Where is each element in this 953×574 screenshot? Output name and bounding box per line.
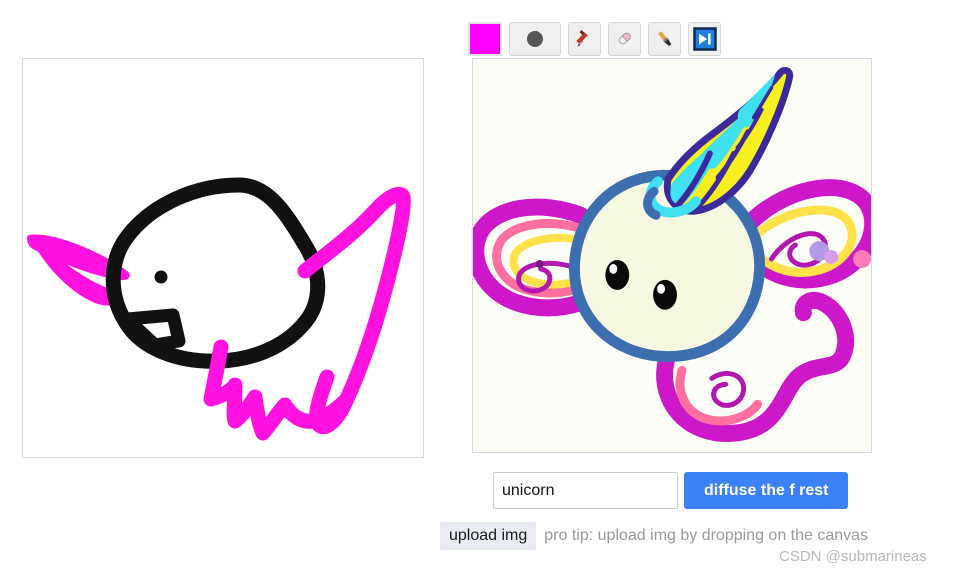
generated-artwork (473, 59, 871, 452)
pro-tip-text: pro tip: upload img by dropping on the c… (544, 527, 869, 544)
doodle-eye (154, 270, 168, 284)
bottom-row: upload img pro tip: upload img by droppi… (440, 522, 868, 550)
eraser-icon (618, 32, 631, 45)
app-root: diffuse the f rest upload img pro tip: u… (0, 0, 953, 574)
dot-icon (527, 31, 543, 47)
eraser-tool-button[interactable] (608, 22, 641, 56)
brush-size-button[interactable] (509, 22, 561, 56)
paintbrush-tool-button[interactable] (648, 22, 681, 56)
prompt-input[interactable] (493, 472, 678, 509)
step-forward-button[interactable] (688, 22, 721, 56)
paintbrush-icon (657, 31, 671, 47)
doodle-artwork (23, 59, 423, 457)
drawing-canvas[interactable] (22, 58, 424, 458)
upload-button[interactable]: upload img (440, 522, 537, 550)
pencil-icon (575, 30, 588, 47)
color-swatch[interactable] (468, 22, 502, 56)
generate-button[interactable]: diffuse the f rest (684, 472, 849, 509)
drawing-toolbar (468, 22, 721, 56)
step-forward-icon (692, 27, 717, 51)
generated-image-canvas[interactable] (472, 58, 872, 453)
watermark: CSDN @submarineas (779, 548, 927, 565)
pencil-tool-button[interactable] (568, 22, 601, 56)
unicorn-face (569, 169, 766, 362)
prompt-row: diffuse the f rest (493, 472, 849, 509)
